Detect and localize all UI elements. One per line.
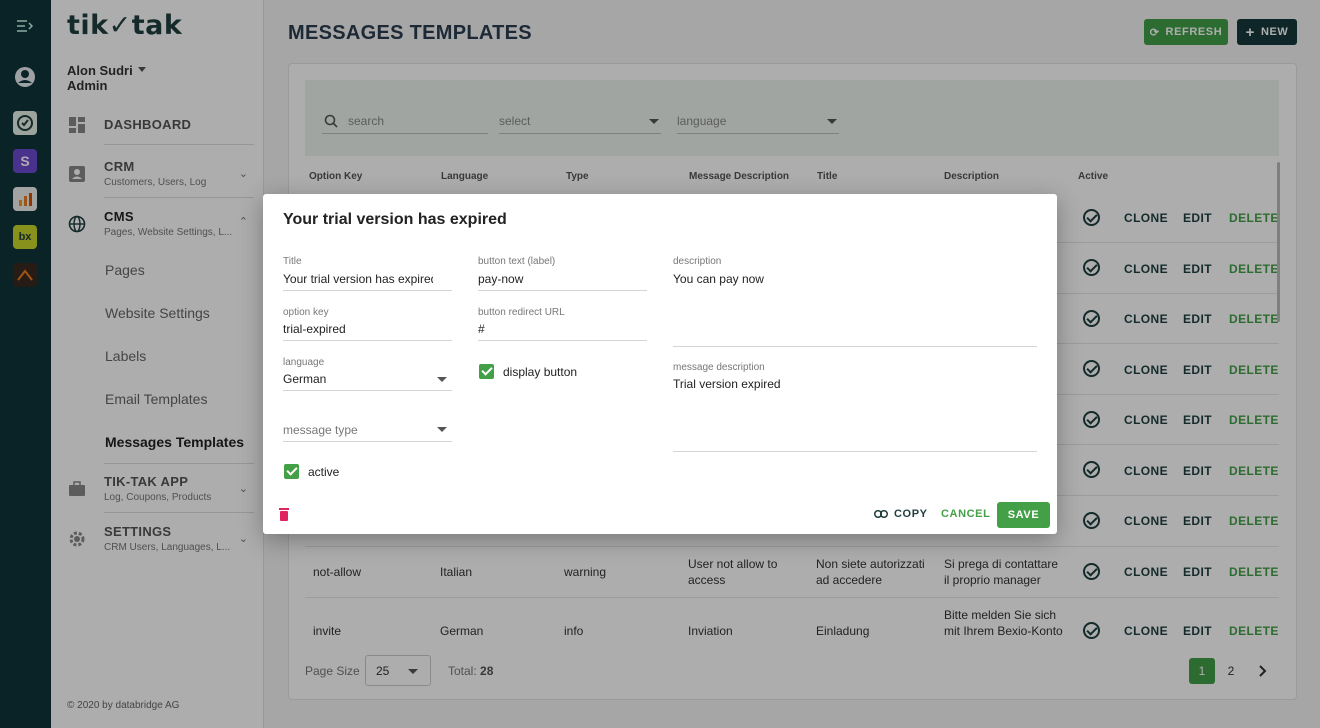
link-icon xyxy=(874,510,888,518)
display-button-checkbox[interactable] xyxy=(479,364,494,379)
message-type-select[interactable]: message type xyxy=(283,423,423,437)
message-type-underline xyxy=(283,441,452,442)
title-field-underline xyxy=(283,290,452,291)
option-key-field[interactable]: trial-expired xyxy=(283,322,452,336)
option-key-underline xyxy=(283,340,452,341)
edit-template-dialog: Your trial version has expired Title You… xyxy=(263,194,1057,534)
description-textarea[interactable]: You can pay now xyxy=(673,272,1037,286)
language-select[interactable]: German xyxy=(283,372,423,386)
description-underline xyxy=(673,346,1037,347)
copy-button[interactable]: COPY xyxy=(874,508,928,520)
title-field[interactable]: Your trial version has expired xyxy=(283,272,433,286)
active-checkbox-label: active xyxy=(308,465,340,479)
message-description-underline xyxy=(673,451,1037,452)
dialog-title: Your trial version has expired xyxy=(283,211,507,228)
button-url-underline xyxy=(478,340,647,341)
active-checkbox[interactable] xyxy=(284,464,299,479)
display-button-label: display button xyxy=(503,365,578,379)
button-text-underline xyxy=(478,290,647,291)
message-description-textarea[interactable]: Trial version expired xyxy=(673,377,1037,391)
description-label: description xyxy=(673,256,722,267)
title-field-label: Title xyxy=(283,256,302,267)
option-key-label: option key xyxy=(283,307,329,318)
button-text-label: button text (label) xyxy=(478,256,556,267)
copy-button-label: COPY xyxy=(894,508,928,520)
save-button[interactable]: SAVE xyxy=(997,502,1050,528)
message-description-label: message description xyxy=(673,362,765,373)
language-label: language xyxy=(283,357,325,368)
chevron-down-icon[interactable] xyxy=(437,377,447,382)
cancel-button[interactable]: CANCEL xyxy=(941,508,990,520)
delete-trash-icon[interactable] xyxy=(278,507,290,521)
chevron-down-icon[interactable] xyxy=(437,427,447,432)
button-url-field[interactable]: # xyxy=(478,322,647,336)
button-url-label: button redirect URL xyxy=(478,307,565,318)
button-text-field[interactable]: pay-now xyxy=(478,272,647,286)
language-underline xyxy=(283,390,452,391)
